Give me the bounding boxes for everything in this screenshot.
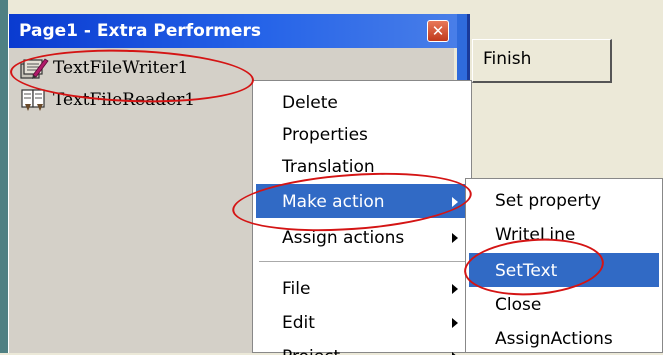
menu-item-file[interactable]: File bbox=[256, 271, 468, 305]
submenu-arrow-icon bbox=[452, 284, 458, 294]
submenu-item-assignactions[interactable]: AssignActions bbox=[469, 321, 659, 355]
window-title-bar[interactable]: Page1 - Extra Performers ✕ bbox=[9, 14, 464, 48]
menu-item-label: Assign actions bbox=[282, 228, 405, 248]
finish-button[interactable]: Finish bbox=[472, 39, 612, 83]
menu-item-label: Edit bbox=[282, 313, 315, 333]
submenu-item-set-property[interactable]: Set property bbox=[469, 183, 659, 217]
window-title: Page1 - Extra Performers bbox=[19, 21, 261, 41]
menu-item-label: File bbox=[282, 279, 311, 299]
menu-item-delete[interactable]: Delete bbox=[256, 85, 468, 119]
close-button[interactable]: ✕ bbox=[427, 20, 449, 42]
menu-separator bbox=[259, 261, 465, 262]
menu-item-properties[interactable]: Properties bbox=[256, 117, 468, 151]
submenu-arrow-icon bbox=[452, 318, 458, 328]
menu-item-label: Project bbox=[282, 347, 340, 355]
desktop-edge bbox=[0, 0, 8, 353]
submenu-arrow-icon bbox=[452, 233, 458, 243]
menu-item-edit[interactable]: Edit bbox=[256, 305, 468, 339]
